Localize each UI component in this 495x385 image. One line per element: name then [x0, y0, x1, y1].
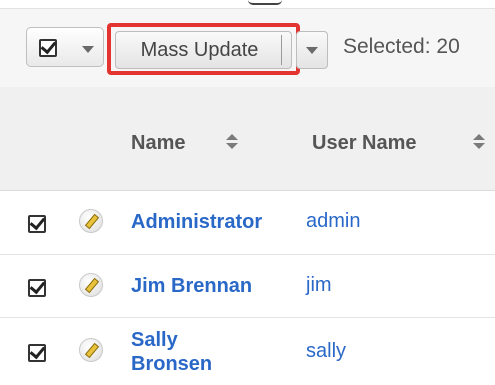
column-header-name[interactable]: Name — [131, 132, 185, 155]
user-name-link[interactable]: admin — [306, 210, 360, 233]
record-name-line-2: Bronsen — [131, 353, 213, 375]
user-name-link[interactable]: sally — [306, 340, 346, 363]
table-row: Administrator admin — [0, 191, 495, 255]
table-row: Sally Bronsen sally — [0, 318, 495, 385]
page-top-edge — [0, 0, 495, 6]
select-all-checkbox-icon[interactable] — [39, 39, 57, 57]
chevron-down-icon — [306, 47, 318, 54]
list-toolbar: Mass Update Selected: 20 — [0, 8, 495, 88]
table-header: Name User Name — [0, 87, 495, 191]
chevron-down-icon[interactable] — [82, 46, 94, 53]
row-checkbox-icon[interactable] — [28, 279, 46, 297]
table-row: Jim Brennan jim — [0, 255, 495, 318]
row-checkbox-icon[interactable] — [28, 344, 46, 362]
button-divider — [281, 35, 282, 65]
pencil-icon[interactable] — [79, 338, 103, 362]
actions-dropdown-button[interactable] — [296, 31, 328, 69]
cursor-mark — [248, 0, 282, 5]
mass-update-button[interactable]: Mass Update — [115, 31, 292, 69]
column-header-user-name[interactable]: User Name — [312, 132, 417, 155]
user-name-link[interactable]: jim — [306, 274, 332, 297]
selected-count: Selected: 20 — [343, 35, 460, 58]
sort-icon[interactable] — [226, 134, 238, 150]
pencil-icon[interactable] — [79, 273, 103, 297]
record-name-link[interactable]: Sally Bronsen — [131, 328, 212, 376]
pencil-icon[interactable] — [79, 209, 103, 233]
mass-update-label: Mass Update — [140, 38, 259, 61]
record-name-link[interactable]: Jim Brennan — [131, 274, 252, 298]
record-name-line-1: Sally — [131, 329, 178, 351]
select-all-dropdown[interactable] — [26, 27, 104, 67]
row-checkbox-icon[interactable] — [28, 215, 46, 233]
sort-icon[interactable] — [473, 134, 485, 150]
record-name-link[interactable]: Administrator — [131, 210, 262, 234]
